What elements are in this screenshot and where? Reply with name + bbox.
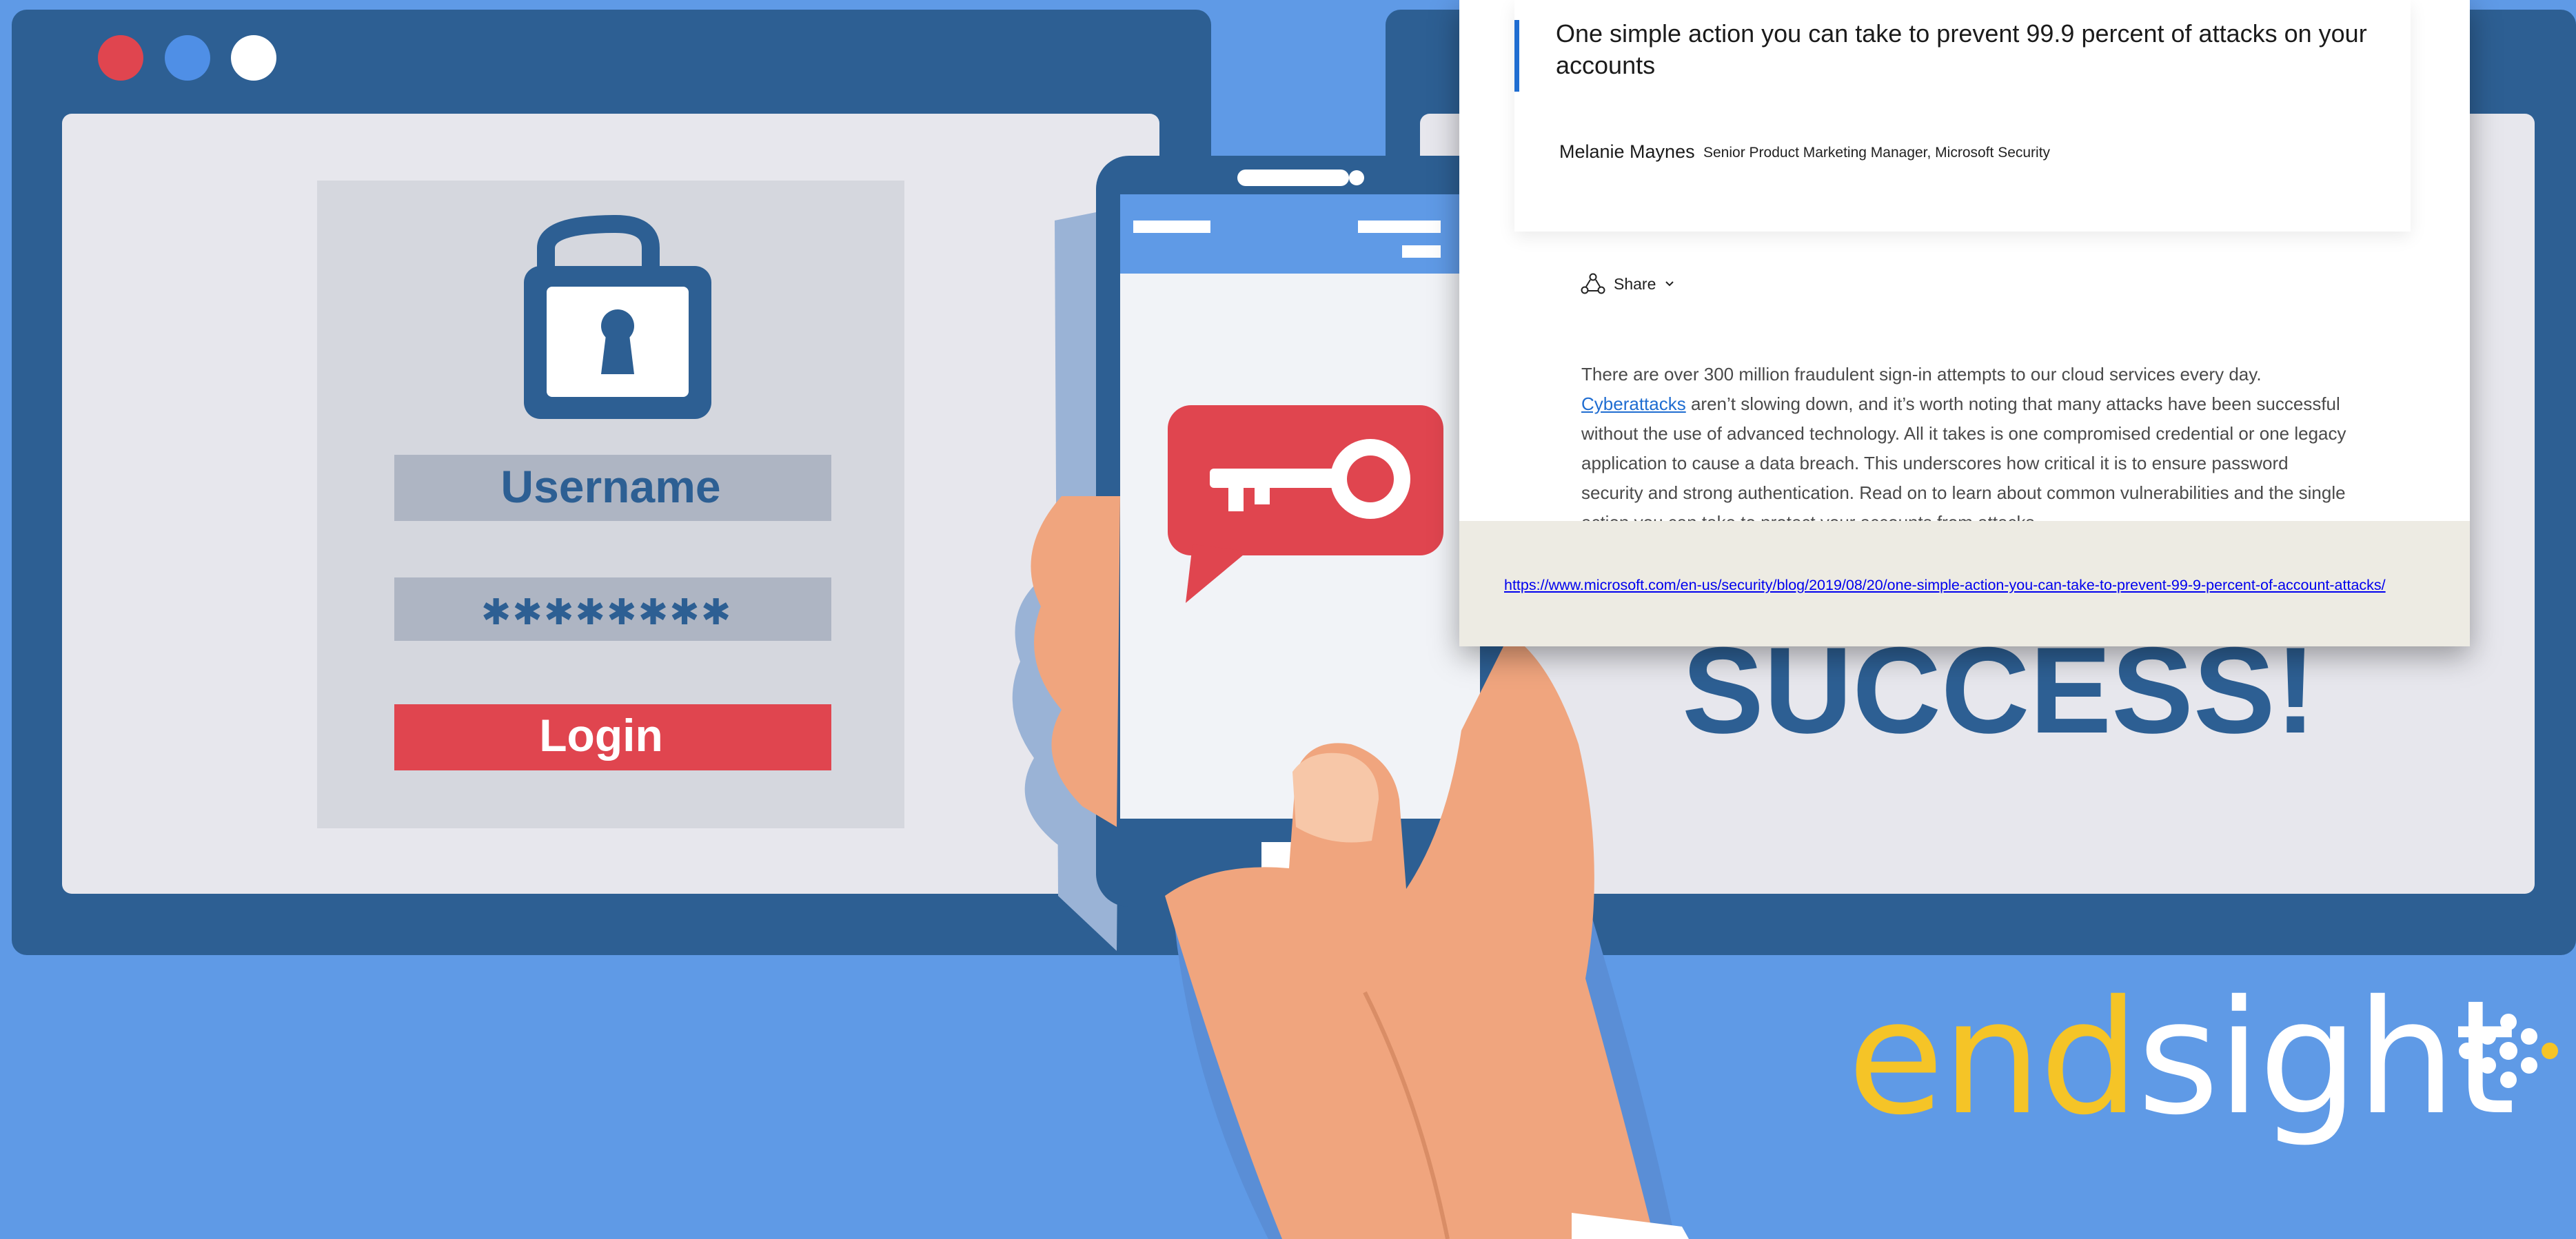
window-maximize-dot <box>231 35 276 81</box>
article-body: There are over 300 million fraudulent si… <box>1581 360 2353 537</box>
password-mask: ✱✱✱✱✱✱✱✱ <box>481 592 733 633</box>
url-band: https://www.microsoft.com/en-us/security… <box>1459 521 2470 646</box>
window-minimize-dot <box>165 35 210 81</box>
article-body-start: There are over 300 million fraudulent si… <box>1581 364 2262 385</box>
username-label: Username <box>500 461 720 512</box>
author-name[interactable]: Melanie Maynes <box>1559 141 1695 163</box>
logo-dots-icon <box>2459 1014 2558 1088</box>
author-role: Senior Product Marketing Manager, Micros… <box>1703 145 2051 161</box>
article-url-link[interactable]: https://www.microsoft.com/en-us/security… <box>1504 577 2386 594</box>
endsight-logo: endsight <box>1847 975 2515 1140</box>
title-accent-bar <box>1514 20 1519 92</box>
article-card: One simple action you can take to preven… <box>1459 0 2470 646</box>
chevron-down-icon <box>1665 281 1674 287</box>
login-label: Login <box>539 710 663 761</box>
logo-part-end: end <box>1847 966 2140 1149</box>
share-icon <box>1581 273 1605 294</box>
article-title: One simple action you can take to preven… <box>1556 19 2367 79</box>
window-close-dot <box>98 35 143 81</box>
share-button[interactable]: Share <box>1581 270 1675 298</box>
cyberattacks-link[interactable]: Cyberattacks <box>1581 393 1686 414</box>
article-body-rest: aren’t slowing down, and it’s worth noti… <box>1581 393 2346 533</box>
share-label: Share <box>1614 274 1656 293</box>
